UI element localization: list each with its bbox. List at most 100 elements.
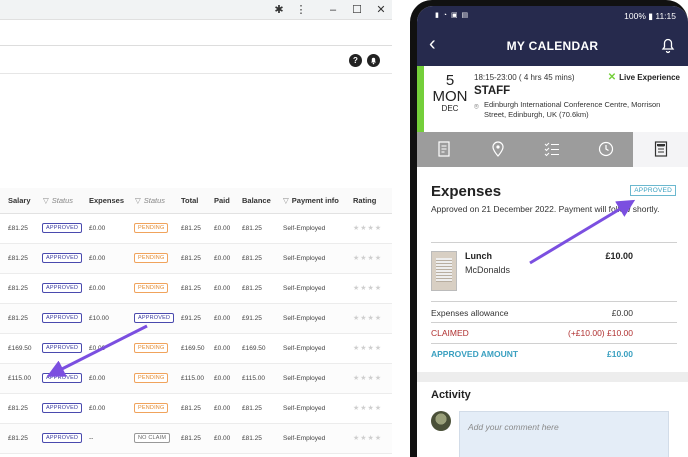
help-icon[interactable]: ?: [349, 54, 362, 67]
cell-expenses: £0.00: [89, 375, 106, 382]
battery-icon: ▮: [648, 11, 653, 21]
document-icon: [438, 141, 450, 157]
filter-icon[interactable]: ▽: [283, 196, 289, 205]
table-row[interactable]: £81.25 APPROVED £0.00 PENDING £81.25 £0.00 £81…: [0, 274, 392, 304]
extensions-icon[interactable]: ✱: [272, 3, 286, 17]
approval-note: Approved on 21 December 2022. Payment wi…: [431, 204, 660, 214]
brand-logo-icon: ✕: [607, 72, 617, 83]
browser-window: ✱ ⋮ – ☐ ✕ ? Salary ▽ Status Expenses ▽ Sta…: [0, 0, 392, 457]
cell-payment-info: Self-Employed: [283, 255, 326, 262]
col-paid[interactable]: Paid: [214, 196, 230, 205]
event-card[interactable]: 5 MON DEC 18:15-23:00 ( 4 hrs 45 mins) ✕…: [417, 66, 688, 132]
cell-paid: £0.00: [214, 285, 231, 292]
tab-expenses[interactable]: [633, 132, 688, 167]
cell-balance: £81.25: [242, 285, 262, 292]
app-nav-bar: ‹ MY CALENDAR: [417, 26, 688, 66]
cell-expenses: --: [89, 435, 94, 442]
notification-icon[interactable]: [367, 54, 380, 67]
receipt-icon: [654, 141, 667, 157]
tab-details[interactable]: [417, 132, 471, 167]
cell-payment-info: Self-Employed: [283, 435, 326, 442]
event-tabs: [417, 132, 688, 167]
maximize-icon[interactable]: ☐: [350, 3, 364, 17]
clock-icon: [598, 141, 614, 157]
event-day-name: MON: [432, 88, 468, 105]
comment-input[interactable]: Add your comment here: [459, 411, 669, 457]
location-pin-icon: ⌾: [474, 102, 479, 111]
minimize-icon[interactable]: –: [326, 3, 340, 17]
expenses-status-badge: APPROVED: [630, 185, 676, 196]
expense-item-title: Lunch: [465, 251, 492, 261]
rating-stars[interactable]: ★★★★: [353, 374, 382, 382]
col-balance[interactable]: Balance: [242, 196, 271, 205]
cell-balance: £81.25: [242, 255, 262, 262]
col-total[interactable]: Total: [181, 196, 198, 205]
expense-status-badge[interactable]: PENDING: [134, 253, 169, 263]
cell-total: £81.25: [181, 285, 201, 292]
event-status-bar: [417, 66, 424, 132]
rating-stars[interactable]: ★★★★: [353, 344, 382, 352]
expense-item-vendor: McDonalds: [465, 265, 511, 275]
event-day-number: 5: [445, 72, 455, 89]
status-badge: APPROVED: [42, 433, 83, 443]
cell-paid: £0.00: [214, 225, 231, 232]
cell-salary: £81.25: [8, 225, 28, 232]
filter-icon[interactable]: ▽: [135, 196, 141, 205]
battery-level: 100%: [624, 11, 646, 21]
event-month: DEC: [441, 104, 459, 113]
table-row[interactable]: £81.25 APPROVED £10.00 APPROVED £91.25 £0.00 £…: [0, 304, 392, 334]
menu-kebab-icon[interactable]: ⋮: [294, 3, 308, 17]
expense-status-badge[interactable]: PENDING: [134, 373, 169, 383]
table-row[interactable]: £115.00 APPROVED £0.00 PENDING £115.00 £0.00 £…: [0, 364, 392, 394]
expense-status-badge[interactable]: APPROVED: [134, 313, 175, 323]
table-row[interactable]: £169.50 APPROVED £0.00 PENDING £169.50 £0.00 £…: [0, 334, 392, 364]
table-row[interactable]: £81.25 APPROVED £0.00 PENDING £81.25 £0.00 £81…: [0, 244, 392, 274]
rating-stars[interactable]: ★★★★: [353, 254, 382, 262]
cell-payment-info: Self-Employed: [283, 375, 326, 382]
bell-icon[interactable]: [660, 36, 676, 59]
status-badge: APPROVED: [42, 373, 83, 383]
cell-salary: £115.00: [8, 375, 32, 382]
col-salary[interactable]: Salary: [8, 196, 31, 205]
tab-checklist[interactable]: [525, 132, 579, 167]
expense-status-badge[interactable]: PENDING: [134, 223, 169, 233]
col-rating[interactable]: Rating: [353, 196, 376, 205]
cell-salary: £81.25: [8, 255, 28, 262]
table-row[interactable]: £81.25 APPROVED £0.00 PENDING £81.25 £0.00 £81…: [0, 214, 392, 244]
col-expenses[interactable]: Expenses: [89, 196, 124, 205]
cell-salary: £81.25: [8, 405, 28, 412]
filter-icon[interactable]: ▽: [43, 196, 49, 205]
address-bar[interactable]: [0, 20, 392, 46]
allowance-label: Expenses allowance: [431, 308, 509, 318]
rating-stars[interactable]: ★★★★: [353, 434, 382, 442]
expense-status-badge[interactable]: PENDING: [134, 283, 169, 293]
tab-location[interactable]: [471, 132, 525, 167]
close-icon[interactable]: ✕: [374, 3, 388, 17]
col-expense-status[interactable]: ▽ Status: [135, 196, 165, 205]
receipt-thumbnail[interactable]: [431, 251, 457, 291]
expenses-title: Expenses: [431, 183, 502, 200]
rating-stars[interactable]: ★★★★: [353, 314, 382, 322]
expense-status-badge[interactable]: PENDING: [134, 403, 169, 413]
cell-expenses: £0.00: [89, 405, 106, 412]
table-row[interactable]: £81.25 APPROVED -- NO CLAIM £81.25 £0.00 £81.2…: [0, 424, 392, 454]
rating-stars[interactable]: ★★★★: [353, 224, 382, 232]
expenses-panel: Expenses APPROVED Approved on 21 Decembe…: [417, 167, 688, 457]
map-pin-icon: [492, 141, 504, 157]
cell-paid: £0.00: [214, 315, 231, 322]
cell-balance: £81.25: [242, 405, 262, 412]
cell-total: £169.50: [181, 345, 205, 352]
col-status[interactable]: ▽ Status: [43, 196, 73, 205]
expense-status-badge[interactable]: NO CLAIM: [134, 433, 171, 443]
status-badge: APPROVED: [42, 223, 83, 233]
table-row[interactable]: £81.25 APPROVED £0.00 PENDING £81.25 £0.00 £81…: [0, 394, 392, 424]
avatar: [431, 411, 451, 431]
cell-salary: £81.25: [8, 285, 28, 292]
tab-timesheet[interactable]: [579, 132, 633, 167]
cell-total: £81.25: [181, 225, 201, 232]
rating-stars[interactable]: ★★★★: [353, 404, 382, 412]
expense-status-badge[interactable]: PENDING: [134, 343, 169, 353]
rating-stars[interactable]: ★★★★: [353, 284, 382, 292]
status-badge: APPROVED: [42, 343, 83, 353]
col-payment-info[interactable]: ▽ Payment info: [283, 196, 339, 205]
